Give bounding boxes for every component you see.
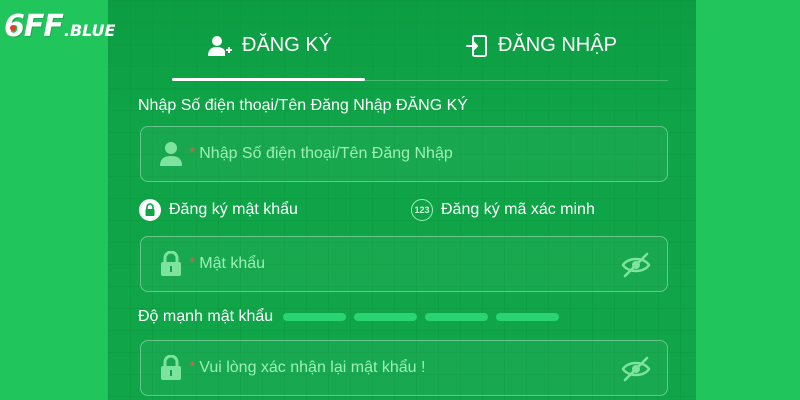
- eye-off-icon[interactable]: [621, 355, 651, 383]
- eye-off-icon[interactable]: [621, 251, 651, 279]
- username-placeholder-text: Nhập Số điện thoại/Tên Đăng Nhập: [199, 145, 453, 162]
- strength-bar: [496, 313, 560, 321]
- password-placeholder-text: Mật khẩu: [199, 255, 266, 272]
- confirm-password-field[interactable]: * Vui lòng xác nhận lại mật khẩu !: [140, 340, 668, 396]
- password-strength: Độ mạnh mật khẩu: [138, 308, 560, 326]
- lock-icon: [139, 199, 161, 221]
- strength-meter: [283, 313, 560, 321]
- user-icon: [160, 142, 182, 166]
- brand-logo: 6FF .BLUE: [4, 10, 115, 44]
- option-code-label: Đăng ký mã xác minh: [441, 201, 595, 218]
- logo-flag-dot: [10, 25, 16, 31]
- strength-bar: [425, 313, 489, 321]
- logo-sub-text: .BLUE: [63, 21, 116, 40]
- password-placeholder: * Mật khẩu: [189, 255, 265, 273]
- strength-bar: [283, 313, 347, 321]
- option-code-register[interactable]: 123 Đăng ký mã xác minh: [411, 199, 595, 221]
- strength-bar: [354, 313, 418, 321]
- background-right: [696, 0, 800, 400]
- required-mark: *: [189, 359, 196, 376]
- username-field[interactable]: * Nhập Số điện thoại/Tên Đăng Nhập: [140, 126, 668, 182]
- strength-label: Độ mạnh mật khẩu: [138, 308, 274, 325]
- password-field[interactable]: * Mật khẩu: [140, 236, 668, 292]
- number-code-icon: 123: [411, 199, 433, 221]
- lock-icon: [161, 355, 181, 380]
- option-password-register[interactable]: Đăng ký mật khẩu: [139, 199, 298, 221]
- confirm-placeholder-text: Vui lòng xác nhận lại mật khẩu !: [199, 359, 426, 376]
- confirm-placeholder: * Vui lòng xác nhận lại mật khẩu !: [189, 359, 425, 377]
- required-mark: *: [189, 255, 196, 272]
- option-password-label: Đăng ký mật khẩu: [169, 201, 298, 218]
- background-left: [0, 0, 108, 400]
- lock-icon: [161, 251, 181, 276]
- username-label: Nhập Số điện thoại/Tên Đăng Nhập ĐĂNG KÝ: [138, 97, 468, 114]
- required-mark: *: [189, 145, 196, 162]
- username-placeholder: * Nhập Số điện thoại/Tên Đăng Nhập: [189, 145, 453, 163]
- register-form: Nhập Số điện thoại/Tên Đăng Nhập ĐĂNG KÝ…: [138, 0, 668, 400]
